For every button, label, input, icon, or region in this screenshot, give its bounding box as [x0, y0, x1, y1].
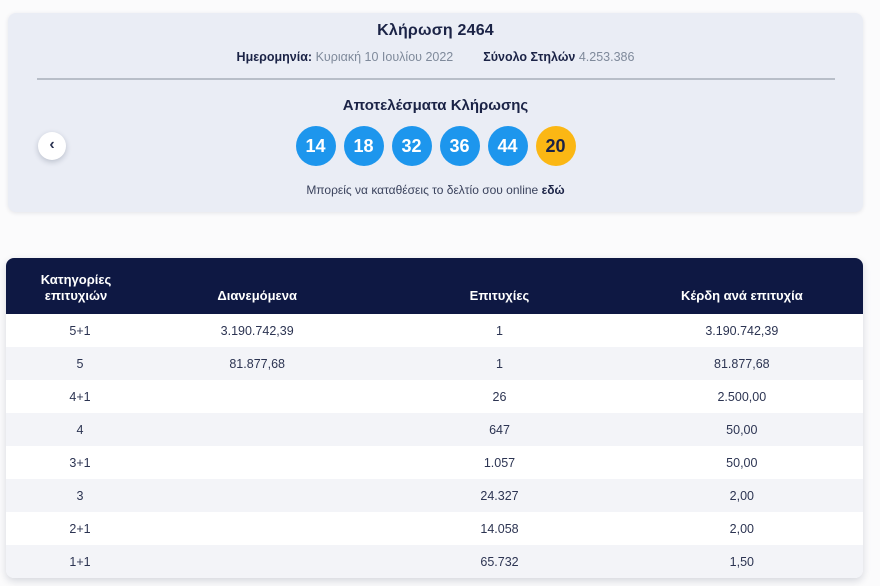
- previous-draw-button[interactable]: ‹: [38, 132, 66, 160]
- winners-cell: 14.058: [480, 521, 519, 536]
- winners-cell: 24.327: [480, 488, 519, 503]
- dividend-cell: 3.190.742,39: [220, 323, 294, 338]
- results-title: Αποτελέσματα Κλήρωσης: [342, 97, 529, 114]
- bonus-number-ball: 20: [535, 126, 576, 166]
- prize-cell: 2,00: [729, 488, 754, 503]
- total-columns-value: 4.253.386: [578, 50, 635, 64]
- column-header-3: Κέρδη ανά επιτυχία: [680, 288, 803, 303]
- table-header-row: Κατηγορίες επιτυχιών Διανεμόμενα Επιτυχίες…: [6, 258, 863, 314]
- category-cell: 5+1: [69, 323, 91, 338]
- winners-cell: 1: [496, 356, 503, 371]
- category-cell: 3: [76, 488, 84, 503]
- total-columns-label: Σύνολο Στηλών: [483, 50, 576, 64]
- number-ball: 36: [439, 126, 480, 166]
- table-row: 2+1 14.058 2,00: [6, 512, 863, 545]
- online-note: Μπορείς να καταθέσεις το δελτίο σου onli…: [8, 182, 863, 198]
- table-row: 4 647 50,00: [6, 413, 863, 446]
- category-cell: 4+1: [69, 389, 91, 404]
- column-header-1: Διανεμόμενα: [217, 288, 297, 303]
- column-header-0: Κατηγορίες επιτυχιών: [40, 272, 112, 303]
- prize-cell: 81.877,68: [714, 356, 770, 371]
- winners-cell: 65.732: [480, 554, 519, 569]
- table-row: 4+1 26 2.500,00: [6, 380, 863, 413]
- online-note-link[interactable]: εδώ: [542, 183, 565, 197]
- category-cell: 1+1: [69, 554, 91, 569]
- column-header-2: Επιτυχίες: [469, 288, 530, 303]
- draw-meta-row: Ημερομηνία: Κυριακή 10 Ιουλίου 2022 Σύνο…: [8, 49, 863, 65]
- number-ball: 18: [343, 126, 384, 166]
- table-row: 5+1 3.190.742,39 1 3.190.742,39: [6, 314, 863, 347]
- online-note-text: Μπορείς να καταθέσεις το δελτίο σου onli…: [306, 183, 539, 197]
- table-row: 1+1 65.732 1,50: [6, 545, 863, 578]
- numbers-row: 14 18 32 36 44 20: [8, 126, 863, 166]
- page: Κλήρωση 2464 Ημερομηνία: Κυριακή 10 Ιουλ…: [0, 0, 880, 586]
- draw-date-value: Κυριακή 10 Ιουλίου 2022: [315, 50, 454, 64]
- category-cell: 3+1: [69, 455, 91, 470]
- prize-cell: 50,00: [726, 422, 758, 437]
- winners-cell: 1.057: [483, 455, 516, 470]
- number-ball: 32: [391, 126, 432, 166]
- divider: [37, 78, 835, 80]
- table-row: 3 24.327 2,00: [6, 479, 863, 512]
- draw-date-label: Ημερομηνία:: [236, 50, 313, 64]
- draw-date: Ημερομηνία: Κυριακή 10 Ιουλίου 2022: [237, 49, 454, 65]
- category-cell: 4: [76, 422, 84, 437]
- table-row: 3+1 1.057 50,00: [6, 446, 863, 479]
- number-ball: 44: [487, 126, 528, 166]
- category-cell: 5: [76, 356, 84, 371]
- prize-cell: 1,50: [729, 554, 754, 569]
- number-ball: 14: [295, 126, 336, 166]
- winners-cell: 647: [489, 422, 510, 437]
- winners-cell: 26: [492, 389, 507, 404]
- dividend-cell: 81.877,68: [229, 356, 285, 371]
- prize-cell: 3.190.742,39: [705, 323, 779, 338]
- results-table: Κατηγορίες επιτυχιών Διανεμόμενα Επιτυχίες…: [6, 258, 863, 578]
- prize-cell: 2,00: [729, 521, 754, 536]
- prize-cell: 2.500,00: [717, 389, 767, 404]
- draw-title: Κλήρωση 2464: [377, 22, 494, 39]
- chevron-left-icon: ‹: [49, 136, 55, 153]
- winners-cell: 1: [496, 323, 503, 338]
- category-cell: 2+1: [69, 521, 91, 536]
- prize-cell: 50,00: [726, 455, 758, 470]
- total-columns: Σύνολο Στηλών 4.253.386: [483, 49, 634, 65]
- table-body: 5+1 3.190.742,39 1 3.190.742,39 5 81.877…: [6, 314, 863, 578]
- table-row: 5 81.877,68 1 81.877,68: [6, 347, 863, 380]
- draw-summary-card: Κλήρωση 2464 Ημερομηνία: Κυριακή 10 Ιουλ…: [8, 13, 863, 212]
